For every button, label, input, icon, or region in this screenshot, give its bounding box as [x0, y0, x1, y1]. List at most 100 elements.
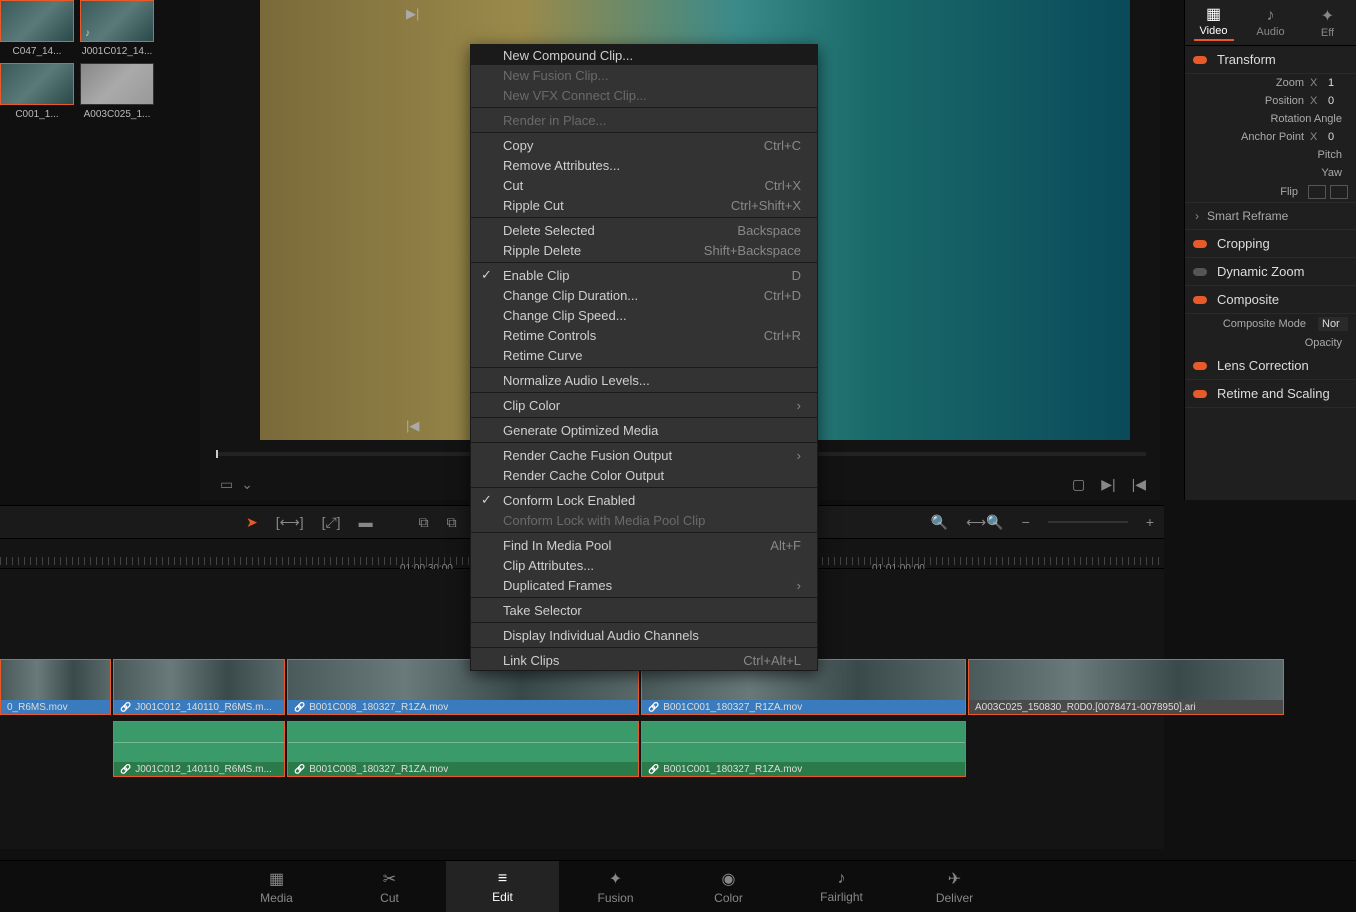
dynamic-trim-icon[interactable]: [⤢] [322, 514, 341, 531]
inspector-tab-audio[interactable]: ♪Audio [1242, 0, 1299, 45]
menu-item[interactable]: ✓Conform Lock Enabled [471, 490, 817, 510]
param-value[interactable]: 0 [1328, 131, 1348, 143]
menu-item-shortcut: Backspace [737, 223, 801, 238]
video-clip[interactable]: J001C012_140110_R6MS.m... [113, 659, 285, 715]
menu-item[interactable]: Retime Curve [471, 345, 817, 365]
media-thumb[interactable]: C047_14... [0, 0, 74, 57]
page-icon: ◉ [722, 869, 736, 889]
page-tab-color[interactable]: ◉Color [672, 861, 785, 912]
menu-item[interactable]: Remove Attributes... [471, 155, 817, 175]
insert-icon[interactable]: ⧉ [419, 514, 429, 531]
inspector-section[interactable]: Retime and Scaling [1185, 380, 1356, 408]
menu-item[interactable]: Render Cache Color Output [471, 465, 817, 485]
zoom-fit-icon[interactable]: ⟷🔍 [966, 514, 1004, 531]
toggle-icon[interactable] [1193, 296, 1207, 304]
menu-item[interactable]: New Compound Clip... [471, 45, 817, 65]
menu-item[interactable]: Render Cache Fusion Output› [471, 445, 817, 465]
menu-item[interactable]: Change Clip Speed... [471, 305, 817, 325]
param-value[interactable]: Nor [1318, 317, 1348, 331]
menu-item-shortcut: Ctrl+D [764, 288, 801, 303]
link-icon [648, 702, 659, 713]
menu-item[interactable]: Duplicated Frames› [471, 575, 817, 595]
media-thumb[interactable]: A003C025_1... [80, 63, 154, 120]
toggle-icon[interactable] [1193, 268, 1207, 276]
zoom-out-icon[interactable]: − [1022, 514, 1030, 530]
playhead-icon[interactable] [216, 450, 218, 458]
menu-item[interactable]: Display Individual Audio Channels [471, 625, 817, 645]
check-icon: ✓ [481, 492, 492, 508]
trim-tool-icon[interactable]: [⟷] [276, 514, 304, 531]
frame-mode[interactable]: ▭ ⌄ [220, 476, 253, 493]
menu-item[interactable]: Take Selector [471, 600, 817, 620]
menu-item[interactable]: Change Clip Duration...Ctrl+D [471, 285, 817, 305]
inspector-section[interactable]: Composite [1185, 286, 1356, 314]
inspector-row: Opacity [1185, 334, 1356, 352]
menu-item[interactable]: ✓Enable ClipD [471, 265, 817, 285]
flip-v-icon[interactable] [1330, 185, 1348, 199]
menu-item[interactable]: Normalize Audio Levels... [471, 370, 817, 390]
inspector-section[interactable]: Dynamic Zoom [1185, 258, 1356, 286]
prev-edit-icon[interactable]: |◀ [1132, 476, 1146, 493]
clip-thumbnails [114, 660, 284, 700]
menu-item-shortcut: D [792, 268, 801, 283]
prev-clip-icon[interactable]: |◀ [406, 418, 419, 434]
zoom-in-icon[interactable]: + [1146, 514, 1154, 530]
menu-item-label: Remove Attributes... [503, 158, 620, 173]
inspector-section[interactable]: Lens Correction [1185, 352, 1356, 380]
inspector-tab-video[interactable]: ▦Video [1185, 0, 1242, 45]
toggle-icon[interactable] [1193, 362, 1207, 370]
toggle-icon[interactable] [1193, 240, 1207, 248]
menu-item[interactable]: Find In Media PoolAlt+F [471, 535, 817, 555]
audio-clip[interactable]: B001C001_180327_R1ZA.mov [641, 721, 966, 777]
toggle-icon[interactable] [1193, 56, 1207, 64]
tab-icon: ♪ [1267, 7, 1275, 25]
menu-item[interactable]: Clip Attributes... [471, 555, 817, 575]
page-tab-edit[interactable]: ≡Edit [446, 861, 559, 912]
video-clip[interactable]: A003C025_150830_R0D0.[0078471-0078950].a… [968, 659, 1284, 715]
page-tab-cut[interactable]: ✂Cut [333, 861, 446, 912]
match-frame-icon[interactable]: ▢ [1072, 476, 1085, 493]
menu-item[interactable]: CopyCtrl+C [471, 135, 817, 155]
param-value[interactable]: 1 [1328, 77, 1348, 89]
audio-clip[interactable]: B001C008_180327_R1ZA.mov [287, 721, 639, 777]
tab-label: Eff [1321, 27, 1334, 39]
video-clip[interactable]: 0_R6MS.mov [0, 659, 111, 715]
link-icon [648, 764, 659, 775]
zoom-slider[interactable] [1048, 521, 1128, 523]
menu-item[interactable]: Retime ControlsCtrl+R [471, 325, 817, 345]
menu-item[interactable]: Delete SelectedBackspace [471, 220, 817, 240]
flip-h-icon[interactable] [1308, 185, 1326, 199]
param-value[interactable]: 0 [1328, 95, 1348, 107]
toggle-icon[interactable] [1193, 390, 1207, 398]
menu-item[interactable]: Clip Color› [471, 395, 817, 415]
next-edit-icon[interactable]: ▶| [1101, 476, 1115, 493]
link-icon [120, 764, 131, 775]
inspector-tab-eff[interactable]: ✦Eff [1299, 0, 1356, 45]
menu-item[interactable]: Generate Optimized Media [471, 420, 817, 440]
audio-clip[interactable]: J001C012_140110_R6MS.m... [113, 721, 285, 777]
menu-item-label: Display Individual Audio Channels [503, 628, 699, 643]
media-thumb[interactable]: ♪J001C012_14... [80, 0, 154, 57]
page-tab-deliver[interactable]: ✈Deliver [898, 861, 1011, 912]
menu-item-shortcut: Ctrl+X [765, 178, 801, 193]
media-thumb[interactable]: C001_1... [0, 63, 74, 120]
smart-reframe-row[interactable]: ›Smart Reframe [1185, 202, 1356, 230]
page-tab-fusion[interactable]: ✦Fusion [559, 861, 672, 912]
zoom-search-icon[interactable]: 🔍 [931, 514, 948, 531]
next-clip-icon[interactable]: ▶| [406, 6, 419, 22]
page-tab-media[interactable]: ▦Media [220, 861, 333, 912]
inspector-section[interactable]: Cropping [1185, 230, 1356, 258]
menu-item-label: Find In Media Pool [503, 538, 611, 553]
menu-item[interactable]: Ripple DeleteShift+Backspace [471, 240, 817, 260]
page-tabs: ▦Media✂Cut≡Edit✦Fusion◉Color♪Fairlight✈D… [0, 860, 1356, 912]
menu-item[interactable]: Link ClipsCtrl+Alt+L [471, 650, 817, 670]
blade-tool-icon[interactable]: ▬ [359, 514, 373, 530]
selection-tool-icon[interactable]: ➤ [246, 514, 258, 531]
inspector-section[interactable]: Transform [1185, 46, 1356, 74]
menu-item[interactable]: Ripple CutCtrl+Shift+X [471, 195, 817, 215]
menu-item[interactable]: CutCtrl+X [471, 175, 817, 195]
menu-item-shortcut: Shift+Backspace [704, 243, 801, 258]
page-icon: ✈ [948, 869, 961, 889]
overwrite-icon[interactable]: ⧉ [447, 514, 457, 531]
page-tab-fairlight[interactable]: ♪Fairlight [785, 861, 898, 912]
